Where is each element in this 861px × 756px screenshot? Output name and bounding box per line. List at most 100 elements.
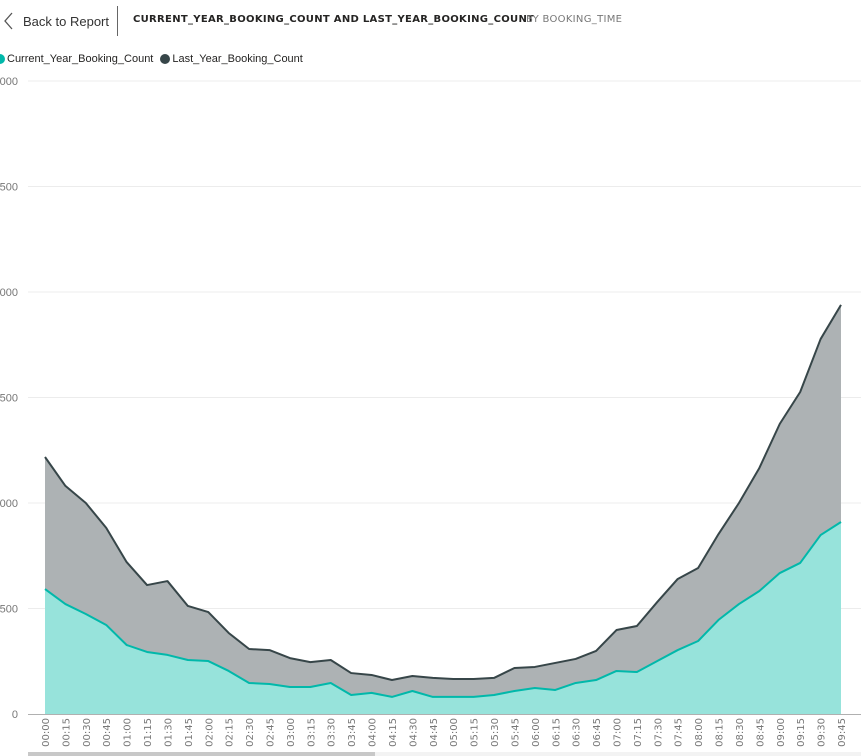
data-point-current-year[interactable] [42,586,48,592]
data-point-current-year[interactable] [552,687,558,693]
data-point-last-year[interactable] [716,531,722,537]
data-point-current-year[interactable] [124,642,130,648]
data-point-last-year[interactable] [164,578,170,584]
data-point-current-year[interactable] [675,647,681,653]
data-point-last-year[interactable] [83,500,89,506]
data-point-last-year[interactable] [226,630,232,636]
data-point-current-year[interactable] [471,694,477,700]
x-tick-label: 04:30 [408,718,419,747]
x-tick-label: 08:45 [755,718,766,747]
data-point-current-year[interactable] [62,601,68,607]
data-point-current-year[interactable] [573,680,579,686]
data-point-current-year[interactable] [695,638,701,644]
data-point-last-year[interactable] [369,672,375,678]
data-point-current-year[interactable] [491,692,497,698]
data-point-current-year[interactable] [613,668,619,674]
data-point-current-year[interactable] [164,652,170,658]
x-tick-label: 09:15 [796,718,807,747]
y-tick-label: 2,000 [0,287,18,299]
data-point-last-year[interactable] [328,657,334,663]
data-point-last-year[interactable] [471,676,477,682]
data-point-last-year[interactable] [797,389,803,395]
data-point-last-year[interactable] [695,565,701,571]
data-point-current-year[interactable] [205,658,211,664]
data-point-last-year[interactable] [144,582,150,588]
x-tick-label: 03:30 [327,718,338,747]
data-point-last-year[interactable] [532,664,538,670]
data-point-last-year[interactable] [777,421,783,427]
data-point-current-year[interactable] [430,694,436,700]
data-point-current-year[interactable] [185,657,191,663]
data-point-current-year[interactable] [246,680,252,686]
data-point-current-year[interactable] [450,694,456,700]
data-point-current-year[interactable] [328,680,334,686]
data-point-current-year[interactable] [654,658,660,664]
x-tick-label: 00:15 [61,718,72,747]
x-tick-label: 01:30 [163,718,174,747]
data-point-current-year[interactable] [818,532,824,538]
data-point-current-year[interactable] [797,560,803,566]
data-point-current-year[interactable] [716,617,722,623]
data-point-current-year[interactable] [838,519,844,525]
data-point-last-year[interactable] [103,525,109,531]
data-point-last-year[interactable] [267,647,273,653]
data-point-last-year[interactable] [409,673,415,679]
x-tick-label: 08:00 [694,718,705,747]
data-point-last-year[interactable] [42,454,48,460]
data-point-last-year[interactable] [654,599,660,605]
data-point-current-year[interactable] [226,668,232,674]
data-point-current-year[interactable] [756,588,762,594]
data-point-last-year[interactable] [430,675,436,681]
data-point-last-year[interactable] [818,336,824,342]
data-point-last-year[interactable] [552,660,558,666]
data-point-current-year[interactable] [83,611,89,617]
data-point-last-year[interactable] [491,675,497,681]
data-point-last-year[interactable] [613,627,619,633]
data-point-last-year[interactable] [634,623,640,629]
data-point-current-year[interactable] [369,690,375,696]
data-point-current-year[interactable] [307,684,313,690]
data-point-current-year[interactable] [348,692,354,698]
x-tick-label: 09:00 [776,718,787,747]
x-tick-label: 07:45 [674,718,685,747]
data-point-current-year[interactable] [409,688,415,694]
data-point-current-year[interactable] [511,688,517,694]
x-tick-label: 07:30 [653,718,664,747]
data-point-current-year[interactable] [144,649,150,655]
x-tick-label: 02:30 [245,718,256,747]
data-point-last-year[interactable] [287,655,293,661]
data-point-current-year[interactable] [736,601,742,607]
data-point-current-year[interactable] [287,684,293,690]
x-tick-label: 04:00 [368,718,379,747]
data-point-last-year[interactable] [62,483,68,489]
data-point-last-year[interactable] [593,648,599,654]
data-point-last-year[interactable] [450,676,456,682]
data-point-last-year[interactable] [756,465,762,471]
x-tick-label: 04:15 [388,718,399,747]
data-point-current-year[interactable] [634,669,640,675]
data-point-last-year[interactable] [185,603,191,609]
data-point-last-year[interactable] [389,677,395,683]
y-tick-label: 3,000 [0,76,18,88]
data-point-current-year[interactable] [532,685,538,691]
data-point-last-year[interactable] [736,500,742,506]
data-point-current-year[interactable] [267,681,273,687]
data-point-last-year[interactable] [511,665,517,671]
x-tick-label: 08:30 [735,718,746,747]
data-point-last-year[interactable] [675,576,681,582]
data-point-current-year[interactable] [103,622,109,628]
horizontal-scrollbar-thumb[interactable] [28,752,375,756]
data-point-current-year[interactable] [593,677,599,683]
data-point-last-year[interactable] [246,646,252,652]
data-point-last-year[interactable] [205,609,211,615]
data-point-last-year[interactable] [838,302,844,308]
data-point-last-year[interactable] [307,659,313,665]
x-tick-label: 08:15 [715,718,726,747]
data-point-current-year[interactable] [389,694,395,700]
area-chart: 0 500 1,000 1,500 2,000 2,500 3,000 00:00 00:15… [0,76,861,747]
data-point-last-year[interactable] [124,559,130,565]
data-point-last-year[interactable] [573,656,579,662]
data-point-last-year[interactable] [348,670,354,676]
data-point-current-year[interactable] [777,570,783,576]
x-tick-label: 06:30 [572,718,583,747]
